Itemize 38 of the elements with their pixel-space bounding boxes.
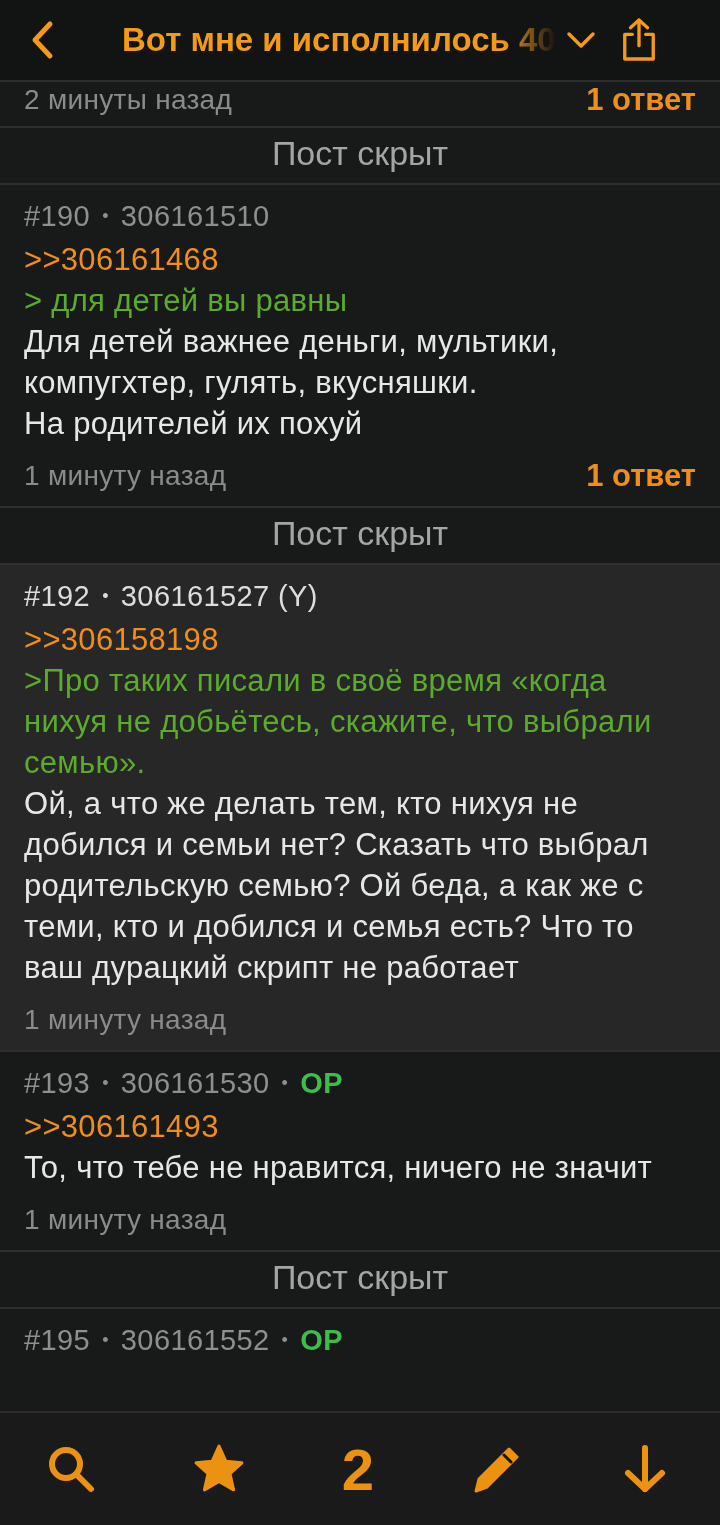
post-time: 1 минуту назад bbox=[24, 1203, 227, 1237]
separator-dot: • bbox=[281, 1329, 289, 1352]
separator-dot: • bbox=[102, 1329, 109, 1352]
quote-text: > для детей вы равны bbox=[24, 282, 349, 320]
post-id: 306161510 bbox=[120, 199, 270, 234]
replies-link[interactable]: 1 ответ bbox=[586, 82, 696, 118]
quote-text: >Про таких писали в своё время «когда нихуя не добьётесь, скажите, что выбрали семью». bbox=[24, 662, 653, 782]
chevron-down-icon[interactable] bbox=[565, 31, 596, 49]
post-time: 2 минуты назад bbox=[24, 83, 233, 117]
separator-dot: • bbox=[102, 205, 109, 228]
op-label: OP bbox=[300, 1066, 343, 1101]
hidden-post-row[interactable]: Пост скрыт bbox=[0, 128, 720, 185]
replies-link[interactable]: 1 ответ bbox=[586, 454, 696, 498]
post-text: То, что тебе не нравится, ничего не значит bbox=[24, 1149, 653, 1187]
thread-title: Вот мне и исполнилось 40 bbox=[122, 21, 556, 59]
post-text: Ой, а что же делать тем, кто нихуя не добился и семьи нет? Сказать что выбрал родительскую семью? Ой беда, а как же с теми, кто и добился и семья есть? Что то ваш дурацкий скрипт не работает bbox=[24, 785, 650, 987]
post-id: 306161527 (Y) bbox=[120, 579, 318, 614]
separator-dot: • bbox=[281, 1072, 289, 1095]
post-text: На родителей их похуй bbox=[24, 405, 364, 443]
post-text: Для детей важнее деньги, мультики, компугхтер, гулять, вкусняшки. bbox=[24, 323, 560, 402]
post-number: #195 bbox=[24, 1323, 91, 1358]
reply-link[interactable]: >>306161493 bbox=[24, 1106, 696, 1147]
reply-link[interactable]: >>306161468 bbox=[24, 239, 696, 280]
hidden-post-row[interactable]: Пост скрыт bbox=[0, 1252, 720, 1309]
reply-link[interactable]: >>306158198 bbox=[24, 619, 696, 660]
post-number: #192 bbox=[24, 579, 91, 614]
back-icon[interactable] bbox=[30, 20, 54, 60]
separator-dot: • bbox=[102, 1072, 109, 1095]
page-counter[interactable]: 2 bbox=[341, 1435, 375, 1503]
search-icon[interactable] bbox=[46, 1444, 96, 1494]
op-label: OP bbox=[300, 1323, 343, 1358]
post-id: 306161552 bbox=[120, 1323, 270, 1358]
separator-dot: • bbox=[102, 585, 109, 608]
post-time: 1 минуту назад bbox=[24, 1003, 227, 1037]
post-time: 1 минуту назад bbox=[24, 459, 227, 493]
post-number: #190 bbox=[24, 199, 91, 234]
post-id: 306161530 bbox=[120, 1066, 270, 1101]
post-number: #193 bbox=[24, 1066, 91, 1101]
